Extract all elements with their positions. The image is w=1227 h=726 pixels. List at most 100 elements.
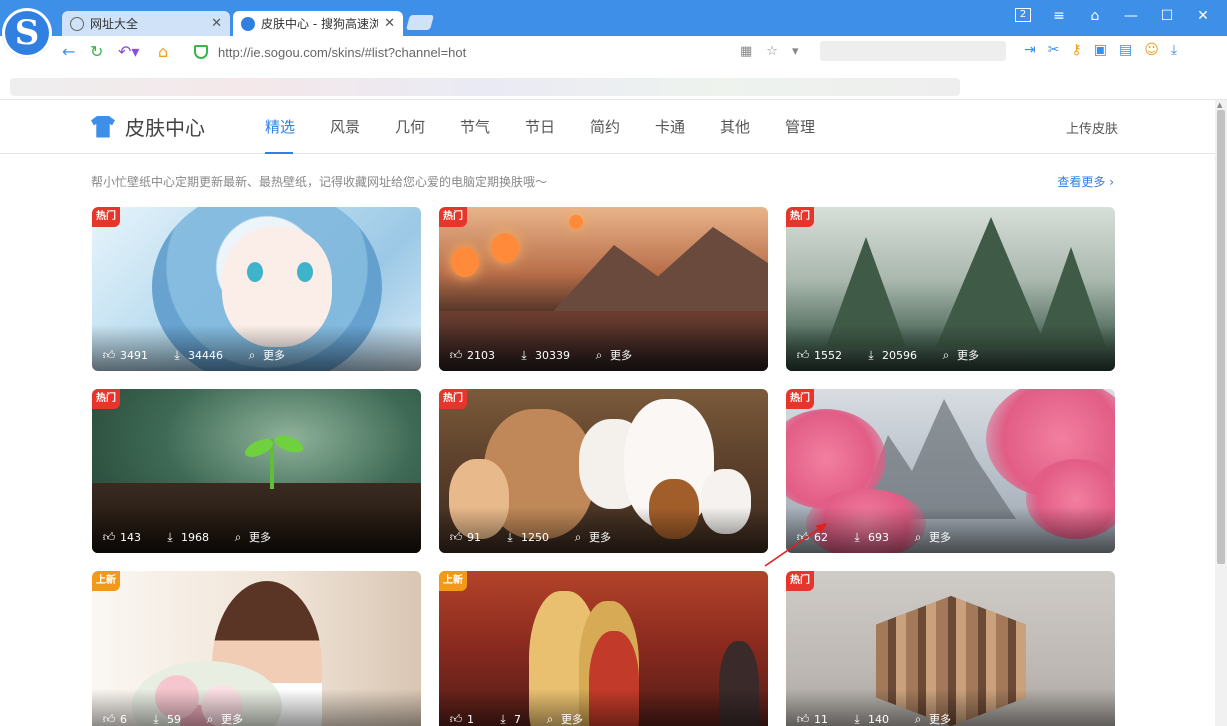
more-link[interactable]: 更多 (929, 711, 951, 726)
page-content: 皮肤中心 精选 风景 几何 节气 节日 简约 卡通 其他 管理 上传皮肤 帮小忙… (0, 100, 1215, 726)
search-icon[interactable]: ⌕ (911, 530, 925, 545)
download-icon[interactable]: ⤓ (517, 348, 531, 363)
wallpaper-card[interactable]: 上新 👍︎ 1 ⤓ 7 ⌕ 更多 (439, 571, 768, 726)
more-link[interactable]: 更多 (610, 347, 632, 363)
thumbs-up-icon[interactable]: 👍︎ (796, 530, 810, 545)
nav-cartoon[interactable]: 卡通 (655, 116, 720, 154)
wallpaper-card[interactable]: 热门 👍︎ 91 ⤓ 1250 ⌕ 更多 (439, 389, 768, 553)
card-stats: 👍︎ 3491 ⤓ 34446 ⌕ 更多 (102, 347, 285, 363)
skin-icon[interactable]: ⌂ (1087, 8, 1103, 24)
thumbs-up-icon[interactable]: 👍︎ (449, 530, 463, 545)
new-tab-button[interactable] (405, 15, 435, 30)
like-count: 62 (814, 530, 828, 544)
tab-url-directory[interactable]: 网址大全 ✕ (62, 11, 230, 36)
login-icon[interactable]: ⇥ (1024, 42, 1036, 58)
nav-featured[interactable]: 精选 (265, 116, 330, 154)
close-tab-icon[interactable]: ✕ (384, 16, 395, 31)
download-icon[interactable]: ⤓ (850, 530, 864, 545)
more-link[interactable]: 更多 (249, 529, 271, 545)
smiley-icon[interactable]: ☺ (1144, 42, 1159, 58)
thumbs-up-icon[interactable]: 👍︎ (796, 712, 810, 726)
wallpaper-card[interactable]: 上新 👍︎ 6 ⤓ 59 ⌕ 更多 (92, 571, 421, 726)
nav-manage[interactable]: 管理 (785, 116, 850, 154)
wallpaper-card[interactable]: 热门 👍︎ 2103 ⤓ 30339 ⌕ 更多 (439, 207, 768, 371)
more-link[interactable]: 更多 (929, 529, 951, 545)
nav-other[interactable]: 其他 (720, 116, 785, 154)
more-link[interactable]: 更多 (561, 711, 583, 726)
wallpaper-card[interactable]: 热门 👍︎ 3491 ⤓ 34446 ⌕ 更多 (92, 207, 421, 371)
more-link[interactable]: 更多 (589, 529, 611, 545)
nav-geometry[interactable]: 几何 (395, 116, 460, 154)
see-more-label[interactable]: 查看更多 (1057, 175, 1105, 189)
translate-icon[interactable]: ▣ (1094, 42, 1107, 58)
search-box[interactable] (820, 41, 1006, 61)
nav-scenery[interactable]: 风景 (330, 116, 395, 154)
minimize-button[interactable]: — (1123, 8, 1139, 24)
notice-text: 帮小忙壁纸中心定期更新最新、最热壁纸，记得收藏网址给您心爱的电脑定期换肤哦～ (91, 175, 548, 189)
nav-solar-terms[interactable]: 节气 (460, 116, 525, 154)
thumbs-up-icon[interactable]: 👍︎ (449, 712, 463, 726)
thumbs-up-icon[interactable]: 👍︎ (449, 348, 463, 363)
search-icon[interactable]: ⌕ (203, 712, 217, 726)
back-icon[interactable]: ← (62, 42, 75, 61)
qr-code-icon[interactable]: ▦ (740, 44, 752, 59)
url-field[interactable]: http://ie.sogou.com/skins/#list?channel=… (194, 42, 814, 62)
close-tab-icon[interactable]: ✕ (211, 16, 222, 31)
nav-holidays[interactable]: 节日 (525, 116, 590, 154)
download-icon[interactable]: ⤓ (496, 712, 510, 726)
download-icon[interactable]: ⤓ (170, 348, 184, 363)
search-icon[interactable]: ⌕ (245, 348, 259, 363)
url-text[interactable]: http://ie.sogou.com/skins/#list?channel=… (218, 45, 466, 60)
site-brand[interactable]: 皮肤中心 (91, 112, 205, 141)
undo-close-icon[interactable]: ↶▾ (118, 42, 139, 61)
wallpaper-card[interactable]: 热门 👍︎ 11 ⤓ 140 ⌕ 更多 (786, 571, 1115, 726)
search-icon[interactable]: ⌕ (911, 712, 925, 726)
sogou-favicon-icon (241, 16, 255, 31)
thumbs-up-icon[interactable]: 👍︎ (102, 712, 116, 726)
download-icon[interactable]: ⤓ (850, 712, 864, 726)
download-icon[interactable]: ⤓ (163, 530, 177, 545)
see-more-link[interactable]: 查看更多 › (1057, 173, 1114, 190)
search-icon[interactable]: ⌕ (939, 348, 953, 363)
download-icon[interactable]: ⤓ (503, 530, 517, 545)
thumbs-up-icon[interactable]: 👍︎ (102, 530, 116, 545)
page-scrollbar[interactable]: ▲ (1215, 100, 1227, 726)
wallpaper-card[interactable]: 热门 👍︎ 143 ⤓ 1968 ⌕ 更多 (92, 389, 421, 553)
wallpaper-card[interactable]: 热门 👍︎ 1552 ⤓ 20596 ⌕ 更多 (786, 207, 1115, 371)
tab-skin-center[interactable]: 皮肤中心 - 搜狗高速浏览 ✕ (233, 11, 403, 36)
thumbs-up-icon[interactable]: 👍︎ (796, 348, 810, 363)
like-count: 2103 (467, 348, 495, 362)
nav-minimal[interactable]: 简约 (590, 116, 655, 154)
scissors-icon[interactable]: ✂ (1048, 42, 1060, 58)
wallpaper-grid: 热门 👍︎ 3491 ⤓ 34446 ⌕ 更多 热门 👍︎ 2103 ⤓ 30339 ⌕ 更… (92, 207, 1115, 726)
maximize-button[interactable]: ☐ (1159, 8, 1175, 24)
window-icon[interactable]: ▤ (1119, 42, 1132, 58)
home-icon[interactable]: ⌂ (158, 42, 168, 61)
sogou-browser-logo[interactable]: S (2, 8, 52, 58)
tab-count-icon[interactable]: 2 (1015, 8, 1031, 22)
scrollbar-thumb[interactable] (1217, 110, 1225, 564)
more-link[interactable]: 更多 (221, 711, 243, 726)
upload-skin-link[interactable]: 上传皮肤 (1066, 118, 1118, 137)
search-icon[interactable]: ⌕ (571, 530, 585, 545)
dropdown-chevron-icon[interactable]: ▾ (792, 44, 799, 59)
refresh-icon[interactable]: ↻ (90, 42, 103, 61)
site-title: 皮肤中心 (125, 116, 205, 140)
close-window-button[interactable]: ✕ (1195, 8, 1211, 24)
star-bookmark-icon[interactable]: ☆ (766, 44, 778, 59)
download-icon[interactable]: ⤓ (1171, 42, 1177, 58)
search-icon[interactable]: ⌕ (543, 712, 557, 726)
more-link[interactable]: 更多 (263, 347, 285, 363)
thumbs-up-icon[interactable]: 👍︎ (102, 348, 116, 363)
download-icon[interactable]: ⤓ (149, 712, 163, 726)
download-icon[interactable]: ⤓ (864, 348, 878, 363)
key-icon[interactable]: ⚷ (1071, 42, 1081, 58)
search-icon[interactable]: ⌕ (592, 348, 606, 363)
search-icon[interactable]: ⌕ (231, 530, 245, 545)
more-link[interactable]: 更多 (957, 347, 979, 363)
bookmark-items[interactable] (10, 78, 960, 96)
wallpaper-card[interactable]: 热门 👍︎ 62 ⤓ 693 ⌕ 更多 (786, 389, 1115, 553)
card-stats: 👍︎ 11 ⤓ 140 ⌕ 更多 (796, 711, 951, 726)
menu-icon[interactable]: ≡ (1051, 8, 1067, 24)
scroll-up-icon[interactable]: ▲ (1217, 101, 1222, 109)
